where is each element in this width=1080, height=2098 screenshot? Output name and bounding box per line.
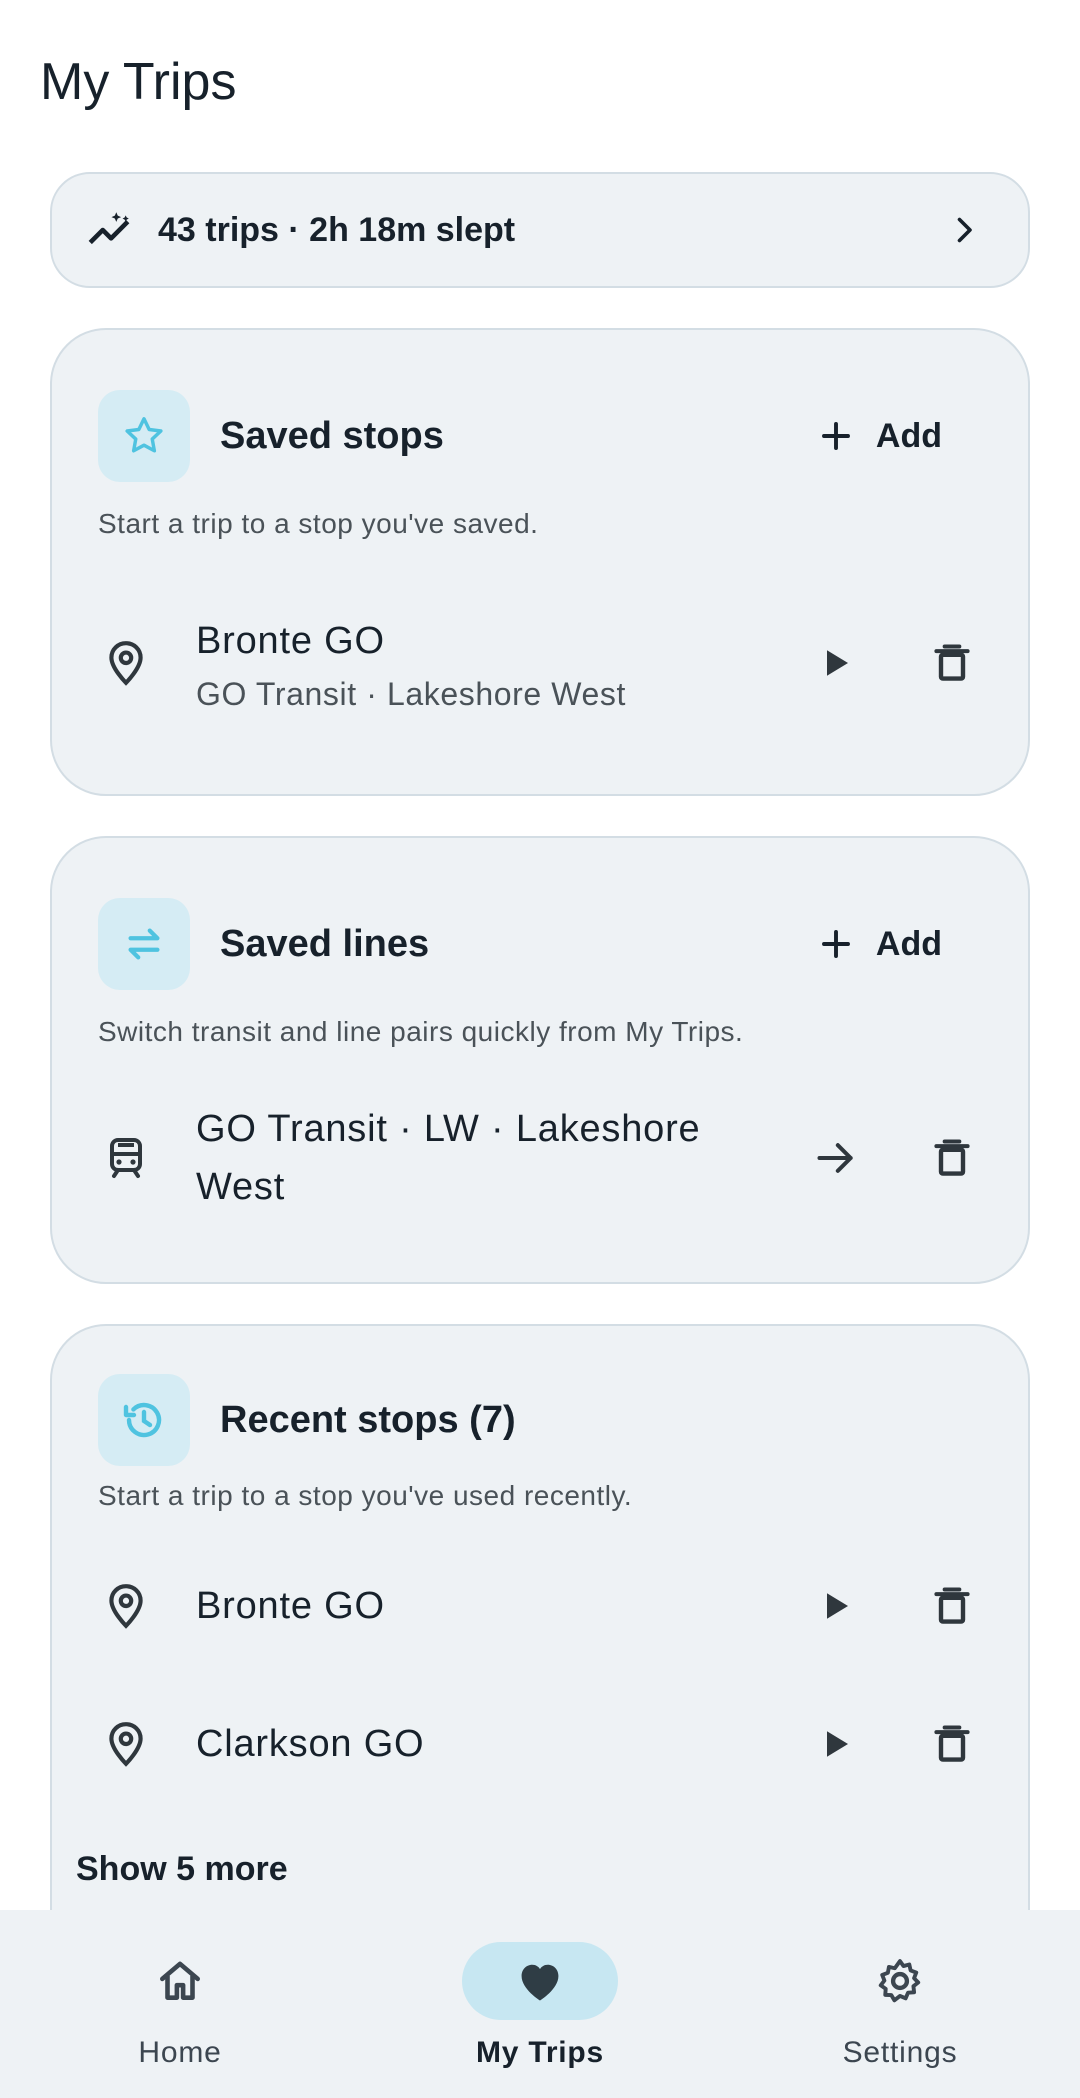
add-saved-stop-button[interactable]: Add [818,417,982,456]
add-saved-line-button[interactable]: Add [818,925,982,964]
trip-stats-bar[interactable]: 43 trips · 2h 18m slept [50,172,1030,288]
stop-name: Bronte GO [196,1585,385,1627]
recent-stop-item[interactable]: Clarkson GO [98,1714,982,1774]
nav-label: Home [138,2036,222,2069]
home-icon [102,1942,258,2020]
train-icon [98,1130,154,1186]
saved-stop-item[interactable]: Bronte GO GO Transit · Lakeshore West [98,612,982,713]
recent-stops-title: Recent stops (7) [220,1398,516,1441]
stop-detail: GO Transit · Lakeshore West [196,676,626,712]
nav-label: My Trips [475,2036,605,2069]
location-pin-icon [98,635,154,691]
add-label: Add [875,924,942,963]
plus-icon [821,930,850,958]
saved-lines-title: Saved lines [220,922,430,965]
location-pin-icon [98,1578,154,1634]
recent-stop-item[interactable]: Bronte GO [98,1576,982,1636]
saved-line-item[interactable]: GO Transit · LW · Lakeshore West [98,1100,982,1216]
gear-icon [822,1942,978,2020]
saved-lines-subtitle: Switch transit and line pairs quickly fr… [98,1016,744,1047]
saved-stops-subtitle: Start a trip to a stop you've saved. [98,508,539,539]
insights-icon [82,203,136,257]
line-name: GO Transit · LW · Lakeshore West [196,1108,701,1208]
bottom-navigation: Home My Trips Settings [0,1910,1080,2098]
delete-icon[interactable] [922,1128,982,1188]
show-more-button[interactable]: Show 5 more [76,1850,288,1889]
star-icon [98,390,190,482]
saved-lines-card: Saved lines Add Switch transit and line … [50,836,1030,1284]
chevron-right-icon [946,212,982,248]
heart-icon [462,1942,618,2020]
play-icon[interactable] [806,1576,866,1636]
location-pin-icon [98,1716,154,1772]
add-label: Add [875,416,942,455]
saved-stops-card: Saved stops Add Start a trip to a stop y… [50,328,1030,796]
delete-icon[interactable] [922,633,982,693]
delete-icon[interactable] [922,1714,982,1774]
nav-item-settings[interactable]: Settings [720,1910,1080,2098]
trip-stats-text: 43 trips · 2h 18m slept [158,210,516,249]
nav-label: Settings [842,2036,958,2069]
nav-item-my-trips[interactable]: My Trips [360,1910,720,2098]
saved-stops-title: Saved stops [220,414,444,457]
play-icon[interactable] [806,633,866,693]
swap-horiz-icon [98,898,190,990]
stop-name: Clarkson GO [196,1723,425,1765]
plus-icon [821,422,850,450]
stop-name: Bronte GO [196,620,385,662]
history-icon [98,1374,190,1466]
recent-stops-subtitle: Start a trip to a stop you've used recen… [98,1480,633,1511]
page-title: My Trips [40,53,237,111]
nav-item-home[interactable]: Home [0,1910,360,2098]
arrow-forward-icon[interactable] [806,1128,866,1188]
play-icon[interactable] [806,1714,866,1774]
delete-icon[interactable] [922,1576,982,1636]
